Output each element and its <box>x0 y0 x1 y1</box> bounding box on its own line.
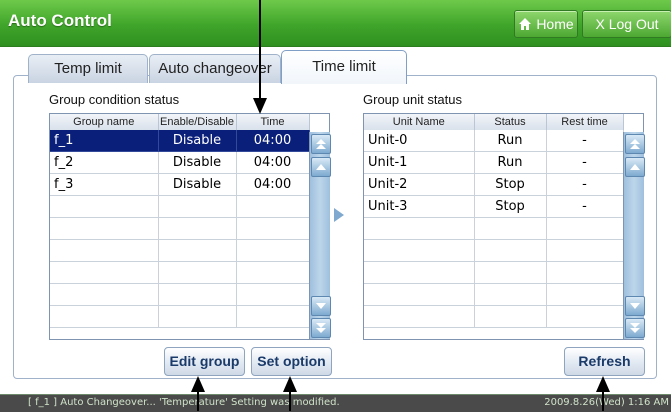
scroll-up-button[interactable] <box>625 157 645 177</box>
group-condition-title: Group condition status <box>49 92 180 107</box>
scroll-bottom-button[interactable] <box>625 318 645 338</box>
column-header-status[interactable]: Status <box>474 114 547 130</box>
table-row[interactable]: Unit-0 Run - <box>364 130 624 152</box>
scroll-down-button[interactable] <box>625 296 645 316</box>
annotation-arrowhead-time <box>253 98 267 114</box>
app-title: Auto Control <box>8 11 112 30</box>
status-message: [ f_1 ] Auto Changeover... 'Temperature'… <box>28 397 340 408</box>
scroll-bottom-button[interactable] <box>311 318 331 338</box>
home-label: Home <box>536 16 574 32</box>
home-button[interactable]: Home <box>514 10 578 38</box>
table-row[interactable]: f_3 Disable 04:00 <box>50 173 310 196</box>
scroll-down-icon <box>630 303 640 309</box>
empty-row <box>50 217 310 240</box>
time-cell: 04:00 <box>236 151 310 174</box>
tab-time-limit[interactable]: Time limit <box>281 50 407 84</box>
annotation-arrow-refresh <box>602 390 604 411</box>
table-row[interactable]: Unit-2 Stop - <box>364 173 624 196</box>
empty-row <box>50 261 310 284</box>
scroll-up-icon <box>630 164 640 170</box>
scroll-top-icon <box>630 139 640 149</box>
empty-row <box>364 305 624 328</box>
group-name-cell: f_3 <box>50 173 159 196</box>
scroll-down-icon <box>316 303 326 309</box>
enable-disable-cell: Disable <box>158 151 237 174</box>
unit-name-cell: Unit-2 <box>364 173 475 196</box>
group-name-cell: f_1 <box>50 130 159 152</box>
right-arrow-icon <box>334 208 344 222</box>
status-cell: Stop <box>474 195 547 218</box>
rest-time-cell: - <box>546 151 624 174</box>
rest-time-cell: - <box>546 173 624 196</box>
group-unit-title: Group unit status <box>363 92 462 107</box>
unit-name-cell: Unit-0 <box>364 130 475 152</box>
enable-disable-cell: Disable <box>158 173 237 196</box>
group-unit-grid: Unit Name Status Rest time Unit-0 Run - … <box>363 113 645 340</box>
empty-row <box>364 283 624 306</box>
group-condition-grid: Group name Enable/Disable Time f_1 Disab… <box>49 113 331 340</box>
column-header-unit-name[interactable]: Unit Name <box>364 114 475 130</box>
table-row[interactable]: Unit-1 Run - <box>364 151 624 174</box>
title-bar: Auto Control Home X Log Out <box>0 0 671 47</box>
right-scrollbar[interactable] <box>623 132 645 339</box>
column-header-enable-disable[interactable]: Enable/Disable <box>158 114 237 130</box>
group-name-cell: f_2 <box>50 151 159 174</box>
tab-temp-limit[interactable]: Temp limit <box>28 54 148 83</box>
table-row[interactable]: f_2 Disable 04:00 <box>50 151 310 174</box>
unit-name-cell: Unit-1 <box>364 151 475 174</box>
time-cell: 04:00 <box>236 130 310 152</box>
scroll-up-icon <box>316 164 326 170</box>
scroll-bottom-icon <box>316 323 326 333</box>
status-bar: [ f_1 ] Auto Changeover... 'Temperature'… <box>0 394 671 412</box>
tab-auto-changeover[interactable]: Auto changeover <box>149 54 281 83</box>
set-option-button[interactable]: Set option <box>251 347 332 376</box>
empty-row <box>364 239 624 262</box>
rest-time-cell: - <box>546 130 624 152</box>
refresh-button[interactable]: Refresh <box>564 347 645 376</box>
annotation-arrow-time <box>259 0 261 102</box>
empty-row <box>50 305 310 328</box>
home-icon <box>519 18 532 30</box>
scroll-top-button[interactable] <box>311 134 331 154</box>
left-scrollbar[interactable] <box>309 132 331 339</box>
column-header-group-name[interactable]: Group name <box>50 114 159 130</box>
edit-group-button[interactable]: Edit group <box>164 347 245 376</box>
status-cell: Stop <box>474 173 547 196</box>
scroll-top-button[interactable] <box>625 134 645 154</box>
table-row[interactable]: Unit-3 Stop - <box>364 195 624 218</box>
logout-button[interactable]: X Log Out <box>582 10 671 38</box>
table-row[interactable]: f_1 Disable 04:00 <box>50 130 310 152</box>
column-header-time[interactable]: Time <box>236 114 310 130</box>
empty-row <box>364 261 624 284</box>
scroll-top-icon <box>316 139 326 149</box>
empty-row <box>50 195 310 218</box>
empty-row <box>364 217 624 240</box>
enable-disable-cell: Disable <box>158 130 237 152</box>
status-cell: Run <box>474 151 547 174</box>
unit-name-cell: Unit-3 <box>364 195 475 218</box>
annotation-arrow-set <box>289 390 291 411</box>
rest-time-cell: - <box>546 195 624 218</box>
scroll-bottom-icon <box>630 323 640 333</box>
status-cell: Run <box>474 130 547 152</box>
empty-row <box>50 283 310 306</box>
annotation-arrow-edit <box>197 390 199 411</box>
column-header-rest-time[interactable]: Rest time <box>546 114 624 130</box>
scroll-down-button[interactable] <box>311 296 331 316</box>
empty-row <box>50 239 310 262</box>
status-datetime: 2009.8.26(Wed) 1:16 AM <box>544 397 669 408</box>
time-cell: 04:00 <box>236 173 310 196</box>
scroll-up-button[interactable] <box>311 157 331 177</box>
